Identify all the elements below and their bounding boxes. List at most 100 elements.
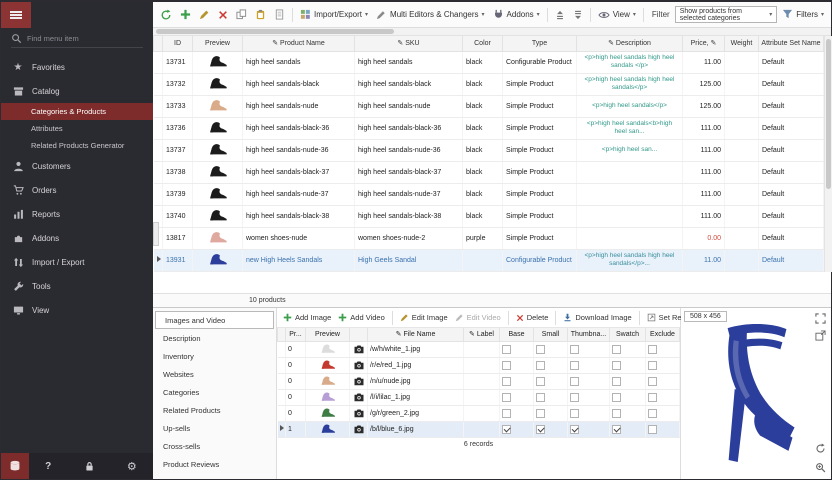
add-video-button[interactable]: Add Video (336, 312, 386, 323)
cell-product-name[interactable]: high heel sandals (243, 51, 355, 73)
edit-video-button[interactable]: Edit Video (453, 312, 503, 323)
product-row[interactable]: 13737 high heel sandals-nude-36 high hee… (154, 139, 824, 161)
column-header-id[interactable]: ID (163, 36, 193, 51)
cell-label[interactable] (464, 421, 500, 437)
tab-inventory[interactable]: Inventory (153, 347, 276, 365)
cell-color[interactable]: black (463, 139, 503, 161)
sidebar-item-favorites[interactable]: ★ Favorites (1, 55, 153, 79)
tab-description[interactable]: Description (153, 329, 276, 347)
column-header-weight[interactable]: Weight (725, 36, 759, 51)
collapse-all-button[interactable] (570, 8, 586, 22)
hamburger-menu-button[interactable] (1, 2, 31, 28)
cell-priority[interactable]: 0 (286, 341, 306, 357)
image-row[interactable]: 0 /r/e/red_1.jpg (278, 357, 680, 373)
cell-id[interactable]: 13931 (163, 249, 193, 271)
cell-priority[interactable]: 0 (286, 357, 306, 373)
cell-product-name[interactable]: high heel sandals-nude (243, 95, 355, 117)
thumbnail-checkbox[interactable] (570, 361, 579, 370)
cell-color[interactable]: black (463, 205, 503, 227)
cell-weight[interactable] (725, 95, 759, 117)
column-header-base[interactable]: Base (500, 328, 534, 341)
cell-product-name[interactable]: high heel sandals-black-36 (243, 117, 355, 139)
delete-product-button[interactable] (215, 8, 231, 22)
column-header-priority[interactable]: Pr... (286, 328, 306, 341)
small-checkbox[interactable] (536, 425, 545, 434)
exclude-checkbox[interactable] (648, 393, 657, 402)
base-checkbox[interactable] (502, 425, 511, 434)
zoom-icon[interactable] (813, 460, 827, 474)
tab-cross-sells[interactable]: Cross-sells (153, 437, 276, 455)
cell-preview[interactable] (306, 357, 350, 373)
column-header-preview[interactable]: Preview (306, 328, 350, 341)
cell-preview[interactable] (306, 341, 350, 357)
product-row[interactable]: 13738 high heel sandals-black-37 high he… (154, 161, 824, 183)
column-header-attribute-set[interactable]: Attribute Set Name (759, 36, 824, 51)
column-header-swatch[interactable]: Swatch (610, 328, 646, 341)
cell-attribute-set[interactable]: Default (759, 95, 824, 117)
column-header-description[interactable]: ✎ Description (577, 36, 683, 51)
cell-attribute-set[interactable]: Default (759, 51, 824, 73)
cell-price[interactable]: 125.00 (683, 73, 725, 95)
thumbnail-checkbox[interactable] (570, 345, 579, 354)
cell-color[interactable]: black (463, 73, 503, 95)
panel-splitter-handle[interactable] (153, 222, 159, 246)
cell-preview[interactable] (193, 117, 243, 139)
import-export-dropdown[interactable]: Import/Export▾ (297, 7, 371, 22)
swatch-checkbox[interactable] (612, 393, 621, 402)
sidebar-item-reports[interactable]: Reports (1, 202, 153, 226)
cell-id[interactable]: 13733 (163, 95, 193, 117)
cell-preview[interactable] (193, 51, 243, 73)
product-image-preview[interactable] (699, 322, 811, 469)
cell-id[interactable]: 13732 (163, 73, 193, 95)
image-row[interactable]: 0 /g/r/green_2.jpg (278, 405, 680, 421)
cell-product-name[interactable]: women shoes-nude (243, 227, 355, 249)
thumbnail-checkbox[interactable] (570, 393, 579, 402)
cell-label[interactable] (464, 341, 500, 357)
store-database-button[interactable] (1, 453, 29, 479)
cell-type[interactable]: Simple Product (503, 117, 577, 139)
tab-websites[interactable]: Websites (153, 365, 276, 383)
tab-product-reviews[interactable]: Product Reviews (153, 455, 276, 473)
cell-type[interactable]: Simple Product (503, 73, 577, 95)
column-header-name[interactable]: ✎ Product Name (243, 36, 355, 51)
cell-price[interactable]: 11.00 (683, 249, 725, 271)
cell-weight[interactable] (725, 183, 759, 205)
cell-sku[interactable]: women shoes-nude-2 (355, 227, 463, 249)
product-row[interactable]: 13740 high heel sandals-black-38 high he… (154, 205, 824, 227)
cell-type[interactable]: Simple Product (503, 205, 577, 227)
swatch-checkbox[interactable] (612, 377, 621, 386)
cell-preview[interactable] (193, 205, 243, 227)
cell-type[interactable]: Simple Product (503, 95, 577, 117)
swatch-checkbox[interactable] (612, 345, 621, 354)
product-row[interactable]: 13739 high heel sandals-nude-37 high hee… (154, 183, 824, 205)
cell-product-name[interactable]: high heel sandals-black-38 (243, 205, 355, 227)
cell-id[interactable]: 13736 (163, 117, 193, 139)
cell-sku[interactable]: high heel sandals-black-36 (355, 117, 463, 139)
cell-color[interactable]: black (463, 51, 503, 73)
sidebar-item-tools[interactable]: Tools (1, 274, 153, 298)
cell-color[interactable]: black (463, 183, 503, 205)
paste-button[interactable] (252, 7, 269, 22)
cell-preview[interactable] (306, 421, 350, 437)
cell-description[interactable]: <p>high heel san... (577, 139, 683, 161)
cell-camera[interactable] (350, 357, 368, 373)
cell-file-name[interactable]: /b/l/blue_6.jpg (368, 421, 464, 437)
cell-description[interactable]: <p>high heel sandals<b>high heel san... (577, 117, 683, 139)
exclude-checkbox[interactable] (648, 377, 657, 386)
cell-price[interactable]: 111.00 (683, 161, 725, 183)
cell-description[interactable] (577, 227, 683, 249)
tab-related-products[interactable]: Related Products (153, 401, 276, 419)
small-checkbox[interactable] (536, 393, 545, 402)
product-row[interactable]: 13731 high heel sandals high heel sandal… (154, 51, 824, 73)
cell-attribute-set[interactable]: Default (759, 183, 824, 205)
cell-sku[interactable]: high heel sandals-nude (355, 95, 463, 117)
small-checkbox[interactable] (536, 409, 545, 418)
cell-sku[interactable]: high heel sandals-black-38 (355, 205, 463, 227)
small-checkbox[interactable] (536, 345, 545, 354)
sidebar-item-orders[interactable]: Orders (1, 178, 153, 202)
cell-product-name[interactable]: high heel sandals-nude-37 (243, 183, 355, 205)
sidebar-item-customers[interactable]: Customers (1, 154, 153, 178)
sidebar-item-attributes[interactable]: Attributes (1, 120, 153, 137)
cell-type[interactable]: Configurable Product (503, 51, 577, 73)
exclude-checkbox[interactable] (648, 425, 657, 434)
